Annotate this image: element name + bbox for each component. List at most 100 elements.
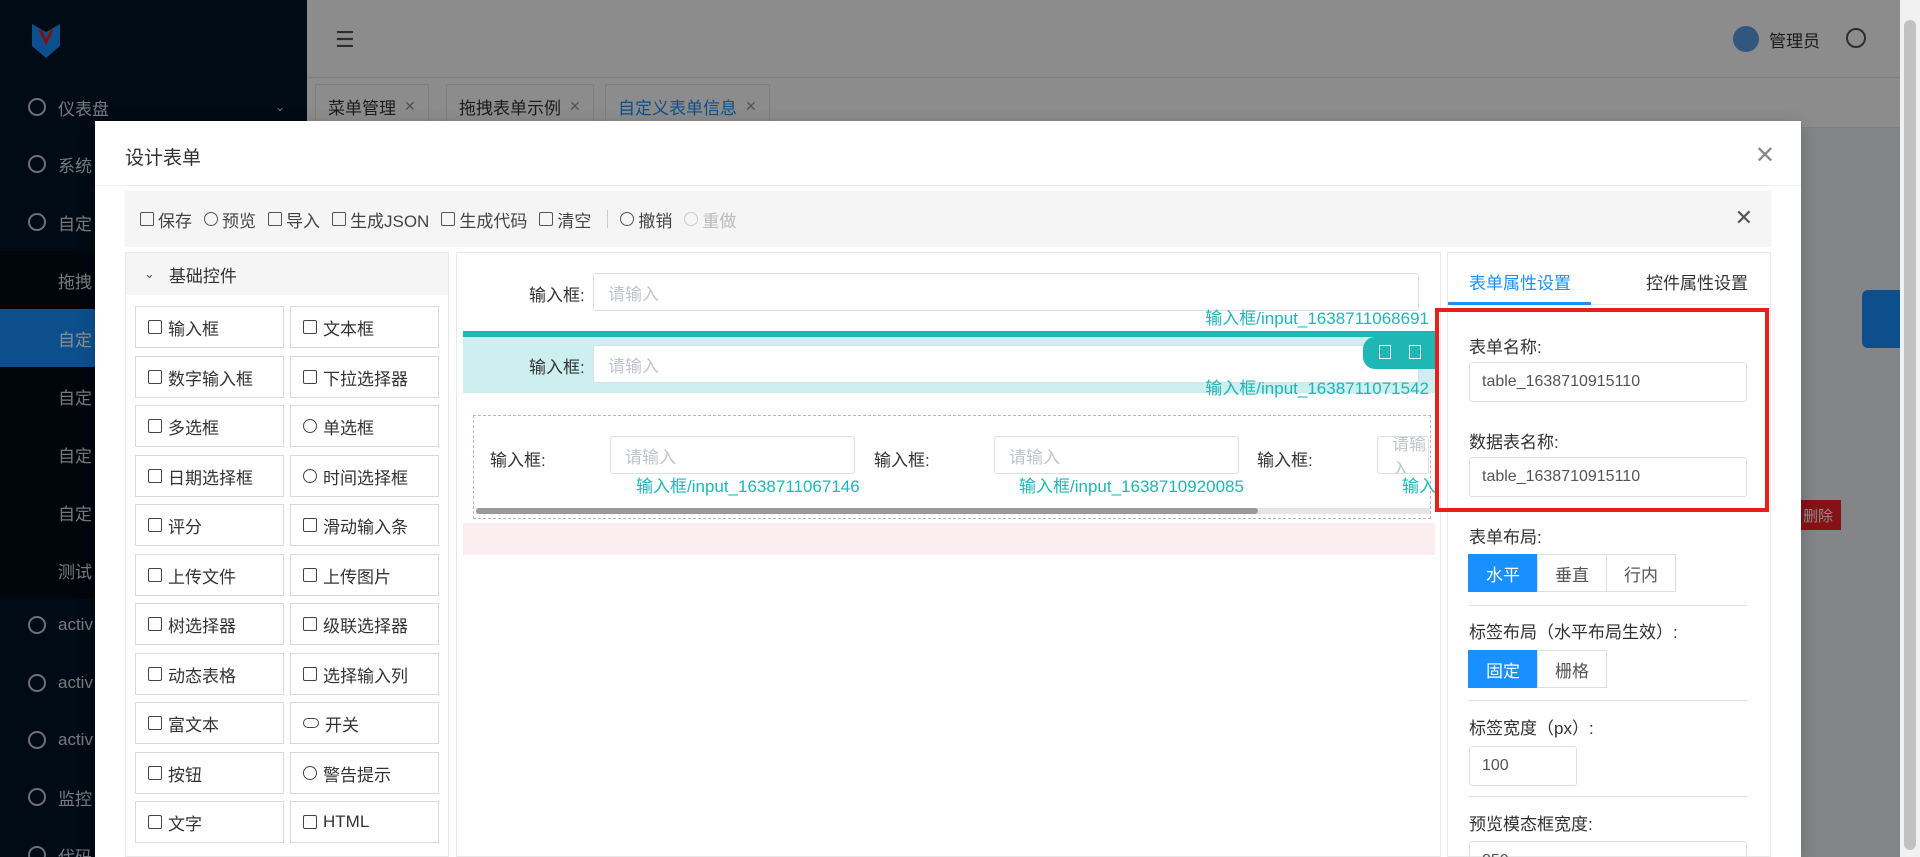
component-rich-text[interactable]: 富文本 xyxy=(135,702,284,744)
component-dynamic-table[interactable]: 动态表格 xyxy=(135,653,284,695)
form-item-row[interactable]: 输入框: 请输入 输入框/input_1638711068691 xyxy=(463,259,1435,328)
preview-button[interactable]: 预览 xyxy=(204,207,256,232)
horizontal-scrollbar[interactable] xyxy=(476,508,1430,514)
document-icon xyxy=(148,716,162,730)
component-slider[interactable]: 滑动输入条 xyxy=(290,504,439,546)
page-scrollbar[interactable] xyxy=(1900,0,1920,857)
component-date[interactable]: 日期选择框 xyxy=(135,455,284,497)
component-textarea[interactable]: 文本框 xyxy=(290,306,439,348)
divider xyxy=(1469,796,1747,797)
calendar-icon xyxy=(148,469,162,483)
label-width-input[interactable]: 100 xyxy=(1469,746,1577,786)
field-key-tag: 输入框/input_1638711071542 xyxy=(1205,379,1429,398)
chevron-down-icon: ⌄ xyxy=(144,266,155,281)
save-icon xyxy=(140,212,154,226)
redo-button[interactable]: 重做 xyxy=(684,207,736,232)
clear-button[interactable]: 清空 xyxy=(539,207,591,232)
form-canvas[interactable]: 输入框: 请输入 输入框/input_1638711068691 输入框: 请输… xyxy=(456,252,1441,857)
trash-icon xyxy=(539,212,554,226)
label-layout-grid[interactable]: 栅格 xyxy=(1537,650,1607,688)
layout-inline[interactable]: 行内 xyxy=(1606,554,1676,592)
field-key-tag: 输入框/input_1638711068691 xyxy=(1205,309,1429,328)
component-tree-select[interactable]: 树选择器 xyxy=(135,603,284,645)
scrollbar-thumb[interactable] xyxy=(476,508,1258,514)
undo-icon xyxy=(620,212,635,226)
generate-json-button[interactable]: 生成JSON xyxy=(332,207,429,232)
component-rate[interactable]: 评分 xyxy=(135,504,284,546)
component-button[interactable]: 按钮 xyxy=(135,752,284,794)
scrollbar-thumb[interactable] xyxy=(1904,20,1916,850)
radio-icon xyxy=(303,419,317,433)
form-item-row-selected[interactable]: 输入框: 请输入 输入框/input_1638711071542 xyxy=(463,331,1435,398)
label-layout-fixed[interactable]: 固定 xyxy=(1468,650,1538,688)
clock-icon xyxy=(303,469,317,483)
component-select[interactable]: 下拉选择器 xyxy=(290,356,439,398)
grid-layout-row[interactable]: 输入框: 请输入 输入框/input_1638711067146 输入框: 请输… xyxy=(473,415,1436,519)
field-key-tag: 输入框/input_1638710920085 xyxy=(1019,477,1244,496)
credit-card-icon xyxy=(332,212,346,226)
image-icon xyxy=(303,568,317,582)
copy-icon xyxy=(303,617,317,631)
component-text[interactable]: 文字 xyxy=(135,801,284,843)
upload-icon xyxy=(148,568,162,582)
divider xyxy=(1469,700,1747,701)
table-icon xyxy=(303,667,317,681)
undo-button[interactable]: 撤销 xyxy=(620,207,672,232)
label-layout-radio-group: 固定 栅格 xyxy=(1468,650,1607,688)
dialog-title: 设计表单 xyxy=(125,148,202,169)
layout-vertical[interactable]: 垂直 xyxy=(1537,554,1607,592)
checkbox-icon xyxy=(148,419,162,433)
slider-icon xyxy=(303,518,317,532)
field-key-tag: 输入 xyxy=(1402,477,1436,496)
import-button[interactable]: 导入 xyxy=(268,207,320,232)
component-input[interactable]: 输入框 xyxy=(135,306,284,348)
component-upload-image[interactable]: 上传图片 xyxy=(290,554,439,596)
field-key-tag: 输入框/input_1638711067146 xyxy=(636,477,860,496)
save-button[interactable]: 保存 xyxy=(140,207,192,232)
component-checkbox[interactable]: 多选框 xyxy=(135,405,284,447)
close-icon[interactable]: ✕ xyxy=(1735,205,1753,231)
designer-toolbar: 保存 预览 导入 生成JSON 生成代码 清空 撤销 重做 ✕ xyxy=(125,191,1771,247)
toggle-icon xyxy=(303,718,319,728)
code-icon xyxy=(441,212,456,226)
preview-width-input[interactable]: 850 xyxy=(1469,841,1747,857)
list-icon xyxy=(148,617,162,631)
eye-icon xyxy=(204,212,218,226)
component-cascader[interactable]: 级联选择器 xyxy=(290,603,439,645)
star-icon xyxy=(148,518,162,532)
components-group-header[interactable]: ⌄ 基础控件 xyxy=(126,253,448,295)
copy-icon[interactable] xyxy=(1379,345,1391,359)
font-size-icon xyxy=(148,815,162,829)
layout-horizontal[interactable]: 水平 xyxy=(1468,554,1538,592)
tab-form-properties[interactable]: 表单属性设置 xyxy=(1469,269,1571,294)
generate-code-button[interactable]: 生成代码 xyxy=(441,207,527,232)
text-input[interactable]: 请输入 xyxy=(994,436,1239,474)
trash-icon[interactable] xyxy=(1409,345,1421,359)
text-input[interactable]: 请输入 xyxy=(1377,436,1429,474)
upload-icon xyxy=(268,212,282,226)
components-panel: ⌄ 基础控件 输入框 文本框 数字输入框 下拉选择器 多选框 单选框 日期选择框 … xyxy=(125,252,449,857)
component-html[interactable]: HTML xyxy=(290,801,439,843)
close-icon[interactable]: ✕ xyxy=(1755,141,1775,170)
text-input[interactable]: 请输入 xyxy=(610,436,855,474)
annotation-highlight-box xyxy=(1435,308,1769,512)
component-number[interactable]: 数字输入框 xyxy=(135,356,284,398)
component-select-input-list[interactable]: 选择输入列 xyxy=(290,653,439,695)
divider xyxy=(607,210,609,228)
divider xyxy=(95,185,1801,186)
redo-icon xyxy=(684,212,699,226)
number-icon xyxy=(148,370,162,384)
form-layout-radio-group: 水平 垂直 行内 xyxy=(1468,554,1676,592)
component-upload-file[interactable]: 上传文件 xyxy=(135,554,284,596)
drop-zone[interactable] xyxy=(463,523,1435,555)
divider xyxy=(1469,605,1747,606)
alert-icon xyxy=(303,766,317,780)
component-radio[interactable]: 单选框 xyxy=(290,405,439,447)
component-time[interactable]: 时间选择框 xyxy=(290,455,439,497)
component-alert[interactable]: 警告提示 xyxy=(290,752,439,794)
button-icon xyxy=(148,766,162,780)
tab-control-properties[interactable]: 控件属性设置 xyxy=(1646,269,1748,294)
row-actions xyxy=(1363,337,1435,369)
active-tab-indicator xyxy=(1448,302,1591,305)
component-switch[interactable]: 开关 xyxy=(290,702,439,744)
